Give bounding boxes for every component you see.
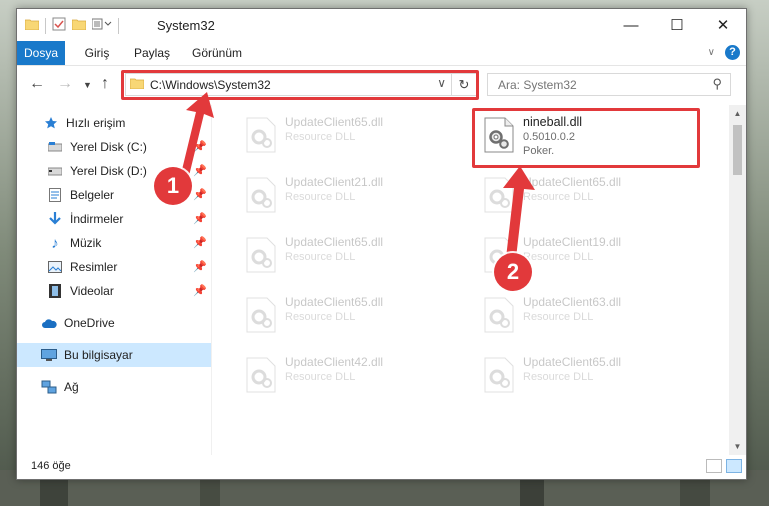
documents-icon (47, 187, 63, 203)
scrollbar-thumb[interactable] (733, 125, 742, 175)
back-arrow-icon[interactable]: ← (29, 75, 45, 93)
recent-locations-icon[interactable]: ▼ (83, 80, 92, 90)
up-arrow-icon[interactable]: ↑ (101, 75, 109, 93)
scroll-up-icon[interactable]: ▲ (729, 105, 746, 122)
computer-icon (41, 347, 57, 363)
dll-file-icon (245, 357, 277, 393)
properties-icon[interactable] (52, 17, 66, 34)
pin-icon[interactable]: 📌 (193, 164, 207, 177)
address-bar-highlight (121, 70, 479, 100)
expand-ribbon-icon[interactable]: ∨ (708, 47, 715, 58)
dll-file-icon (245, 237, 277, 273)
title-bar: System32 — ☐ ✕ (17, 9, 746, 41)
dll-file-icon (245, 177, 277, 213)
drive-icon (47, 139, 63, 155)
star-icon (43, 115, 59, 131)
search-box[interactable]: ⚲ (487, 73, 731, 96)
sidebar-item-downloads[interactable]: İndirmeler 📌 (17, 207, 211, 231)
drive-icon (47, 163, 63, 179)
step-2-badge: 2 (494, 253, 532, 291)
file-tile[interactable]: UpdateClient21.dll Resource DLL (237, 167, 457, 223)
sidebar-item-pictures[interactable]: Resimler 📌 (17, 255, 211, 279)
file-tile[interactable]: UpdateClient65.dll Resource DLL (237, 107, 457, 163)
details-view-icon[interactable] (706, 459, 722, 473)
file-tile[interactable]: UpdateClient65.dll Resource DLL (475, 347, 695, 403)
ribbon: Dosya Giriş Paylaş Görünüm ∨ ? (17, 41, 746, 66)
dll-file-icon (483, 297, 515, 333)
pin-icon[interactable]: 📌 (193, 284, 207, 297)
pane-divider[interactable] (211, 105, 212, 455)
sidebar-item-music[interactable]: ♪ Müzik 📌 (17, 231, 211, 255)
file-tile[interactable]: UpdateClient65.dll Resource DLL (475, 167, 695, 223)
dll-file-icon (245, 117, 277, 153)
search-input[interactable] (496, 77, 700, 93)
tab-file[interactable]: Dosya (17, 41, 65, 65)
tiles-view-icon[interactable] (726, 459, 742, 473)
download-icon (47, 211, 63, 227)
file-tile[interactable]: UpdateClient65.dll Resource DLL (237, 287, 457, 343)
dll-file-icon (483, 177, 515, 213)
file-highlight (472, 108, 700, 168)
dll-file-icon (483, 357, 515, 393)
close-button[interactable]: ✕ (700, 9, 746, 41)
pin-icon[interactable]: 📌 (193, 260, 207, 273)
tab-view[interactable]: Görünüm (187, 41, 247, 65)
maximize-button[interactable]: ☐ (654, 9, 700, 41)
help-icon[interactable]: ? (725, 45, 740, 60)
folder-icon[interactable] (24, 18, 40, 33)
window-controls: — ☐ ✕ (608, 9, 746, 41)
cloud-icon (41, 315, 57, 331)
vertical-scrollbar[interactable]: ▲ ▼ (729, 105, 746, 455)
customize-toolbar-icon[interactable] (91, 18, 112, 33)
file-tile[interactable]: UpdateClient42.dll Resource DLL (237, 347, 457, 403)
sidebar-item-videos[interactable]: Videolar 📌 (17, 279, 211, 303)
view-switcher (706, 459, 742, 473)
step-1-badge: 1 (154, 167, 192, 205)
status-bar: 146 öğe (17, 455, 746, 479)
sidebar-item-this-pc[interactable]: Bu bilgisayar (17, 343, 211, 367)
item-count: 146 öğe (31, 460, 71, 472)
toolbar-divider (118, 17, 119, 34)
pictures-icon (47, 259, 63, 275)
pin-icon[interactable]: 📌 (193, 212, 207, 225)
sidebar-item-drive-c[interactable]: Yerel Disk (C:) 📌 (17, 135, 211, 159)
toolbar-divider (45, 17, 46, 34)
file-tile[interactable]: UpdateClient63.dll Resource DLL (475, 287, 695, 343)
sidebar-item-onedrive[interactable]: OneDrive (17, 311, 211, 335)
quick-access-toolbar (24, 17, 119, 34)
video-icon (47, 283, 63, 299)
sidebar-item-quick-access[interactable]: Hızlı erişim (17, 111, 211, 135)
tab-share[interactable]: Paylaş (127, 41, 177, 65)
pin-icon[interactable]: 📌 (193, 140, 207, 153)
dll-file-icon (245, 297, 277, 333)
navigation-pane: Hızlı erişim Yerel Disk (C:) 📌 Yerel Dis… (17, 105, 211, 455)
sidebar-item-network[interactable]: Ağ (17, 375, 211, 399)
network-icon (41, 379, 57, 395)
window-title: System32 (157, 18, 215, 33)
new-folder-icon[interactable] (71, 18, 87, 33)
pin-icon[interactable]: 📌 (193, 188, 207, 201)
music-icon: ♪ (51, 234, 59, 252)
file-tile[interactable]: UpdateClient65.dll Resource DLL (237, 227, 457, 283)
scroll-down-icon[interactable]: ▼ (729, 438, 746, 455)
pin-icon[interactable]: 📌 (193, 236, 207, 249)
tab-home[interactable]: Giriş (77, 41, 117, 65)
minimize-button[interactable]: — (608, 9, 654, 41)
forward-arrow-icon[interactable]: → (57, 75, 73, 93)
ribbon-right-controls: ∨ ? (708, 45, 740, 60)
search-icon: ⚲ (712, 76, 722, 91)
